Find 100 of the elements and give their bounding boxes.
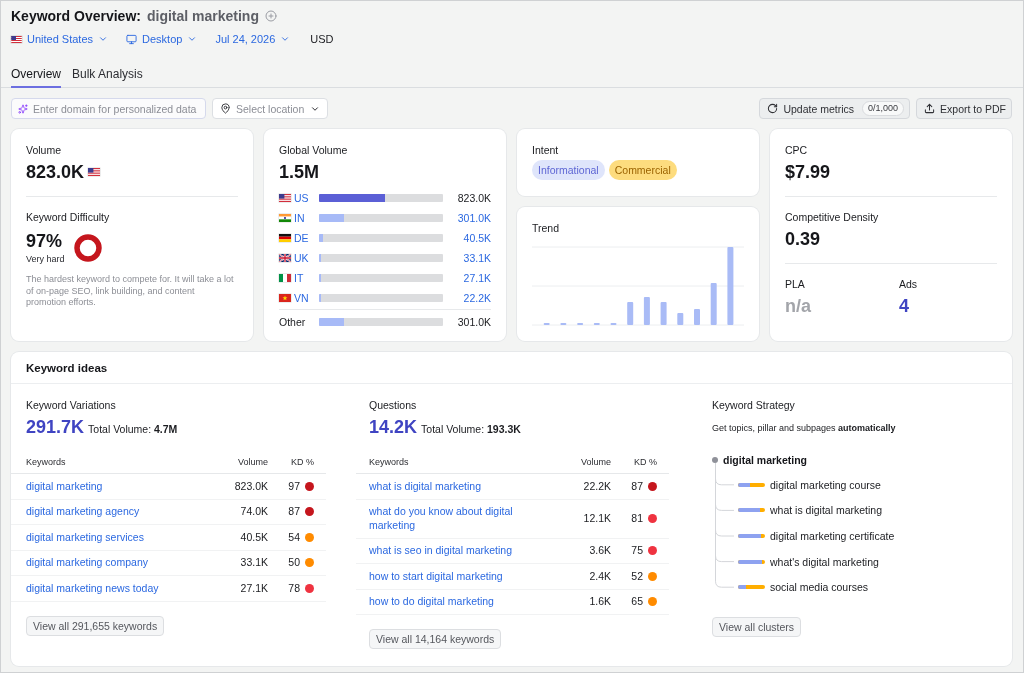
kd-value: 87 — [631, 479, 643, 493]
upload-icon — [924, 103, 936, 114]
metric-value: 823.0K — [26, 161, 85, 183]
volume-cell: 1.6K — [589, 595, 611, 609]
keyword-count: 291.7K — [26, 416, 85, 438]
volume-cell: 33.1K — [240, 556, 268, 570]
keyword-link[interactable]: digital marketing company — [26, 556, 158, 570]
kd-value: 78 — [288, 581, 300, 595]
currency-label: USD — [310, 33, 334, 45]
volume-cell: 40.5K — [240, 530, 268, 544]
subpage-topic: digital marketing course — [770, 478, 881, 491]
flag-icon — [279, 294, 291, 302]
country-code-link[interactable]: IT — [294, 272, 316, 284]
export-pdf-button[interactable]: Export to PDF — [916, 98, 1012, 119]
metric-value: $7.99 — [785, 161, 832, 183]
country-volume: 301.0K — [457, 316, 491, 328]
intent-tag: Commercial — [608, 160, 677, 180]
flag-icon — [279, 234, 291, 242]
metric-value: 1.5M — [279, 161, 321, 183]
kd-value: 52 — [631, 569, 643, 583]
metric-label: Trend — [532, 221, 561, 235]
update-metrics-button[interactable]: Update metrics 0/1,000 — [759, 98, 911, 119]
column-header: Volume — [237, 456, 268, 467]
country-code-link[interactable]: US — [294, 192, 316, 204]
flag-icon — [279, 194, 291, 202]
map-pin-icon — [220, 103, 231, 114]
total-volume: Total Volume: 4.7M — [88, 423, 178, 435]
country-code-link[interactable]: VN — [294, 292, 316, 304]
subpage-topic: social media courses — [770, 581, 869, 594]
flag-icon — [88, 168, 101, 176]
column-header: Volume — [580, 456, 611, 467]
kd-value: 54 — [288, 530, 300, 544]
subpage-topic: what's digital marketing — [770, 555, 879, 568]
country-volume[interactable]: 33.1K — [463, 252, 491, 264]
date-selector[interactable]: Jul 24, 2026 — [215, 31, 291, 47]
chevron-down-icon — [187, 34, 198, 44]
metric-value: n/a — [785, 295, 812, 317]
flag-icon — [11, 35, 22, 43]
panel-title: Keyword ideas — [26, 361, 108, 374]
keyword-count: 14.2K — [369, 416, 418, 438]
volume-cell: 22.2K — [583, 479, 611, 493]
metric-label: Volume — [26, 143, 63, 157]
strategy-description: Get topics, pillar and subpages automatically — [712, 422, 897, 434]
add-circle-icon[interactable] — [264, 10, 277, 22]
country-volume[interactable]: 301.0K — [457, 212, 491, 224]
sparkle-icon — [18, 103, 28, 114]
view-all-button[interactable]: View all 14,164 keywords — [369, 629, 502, 649]
volume-cell: 3.6K — [589, 544, 611, 558]
section-label: Questions — [369, 398, 418, 412]
metric-value: 0.39 — [785, 228, 822, 250]
metric-value: 97% — [26, 230, 64, 252]
tab[interactable]: Bulk Analysis — [72, 61, 143, 88]
kd-value: 97 — [288, 479, 300, 493]
database-selector[interactable]: United States — [11, 31, 109, 47]
country-code-link[interactable]: DE — [294, 232, 316, 244]
pillar-topic: digital marketing — [723, 454, 807, 466]
keyword-link[interactable]: what is digital marketing — [369, 479, 492, 493]
keyword-link[interactable]: digital marketing agency — [26, 505, 150, 519]
volume-cell: 823.0K — [234, 479, 268, 493]
volume-cell: 12.1K — [583, 511, 611, 526]
keyword-link[interactable]: digital marketing services — [26, 530, 154, 544]
refresh-icon — [767, 103, 779, 114]
country-volume[interactable]: 40.5K — [463, 232, 491, 244]
metric-label: Competitive Density — [785, 210, 880, 224]
domain-input-field[interactable]: Enter domain for personalized data — [11, 98, 206, 119]
metric-label: PLA — [785, 277, 806, 291]
kd-value: 75 — [631, 544, 643, 558]
metric-value: 4 — [899, 295, 910, 317]
node-dot-icon — [712, 457, 718, 463]
kd-value: 87 — [288, 505, 300, 519]
section-label: Keyword Strategy — [712, 398, 796, 412]
keyword-link[interactable]: what is seo in digital marketing — [369, 544, 522, 558]
keyword-link[interactable]: how to do digital marketing — [369, 595, 504, 609]
location-select[interactable]: Select location — [212, 98, 328, 119]
column-header: Keywords — [26, 456, 66, 467]
volume-cell: 2.4K — [589, 569, 611, 583]
country-volume[interactable]: 22.2K — [463, 292, 491, 304]
flag-icon — [279, 214, 291, 222]
tab[interactable]: Overview — [11, 61, 61, 88]
metric-label: Ads — [899, 277, 919, 291]
country-volume[interactable]: 27.1K — [463, 272, 491, 284]
view-all-button[interactable]: View all 291,655 keywords — [26, 615, 165, 636]
kd-value: 50 — [288, 556, 300, 570]
keyword-link[interactable]: how to start digital marketing — [369, 569, 513, 583]
column-header: Keywords — [369, 456, 409, 467]
metric-label: Global Volume — [279, 143, 349, 157]
view-all-button[interactable]: View all clusters — [712, 617, 802, 637]
keyword-link[interactable]: what do you know about digital marketing — [369, 505, 547, 532]
keyword-title: digital marketing — [146, 7, 259, 25]
country-code-link[interactable]: UK — [294, 252, 316, 264]
device-selector[interactable]: Desktop — [126, 31, 198, 47]
keyword-link[interactable]: digital marketing news today — [26, 581, 169, 595]
keyword-link[interactable]: digital marketing — [26, 479, 113, 493]
ring-icon — [73, 233, 102, 262]
counter-badge: 0/1,000 — [862, 101, 905, 116]
metric-label: Intent — [532, 143, 560, 157]
difficulty-description: The hardest keyword to compete for. It will take a lot of on-page SEO, link building, and content promotion efforts. — [26, 274, 235, 309]
flag-icon — [279, 254, 291, 262]
country-code-link[interactable]: IN — [294, 212, 316, 224]
column-header: KD % — [634, 456, 657, 467]
